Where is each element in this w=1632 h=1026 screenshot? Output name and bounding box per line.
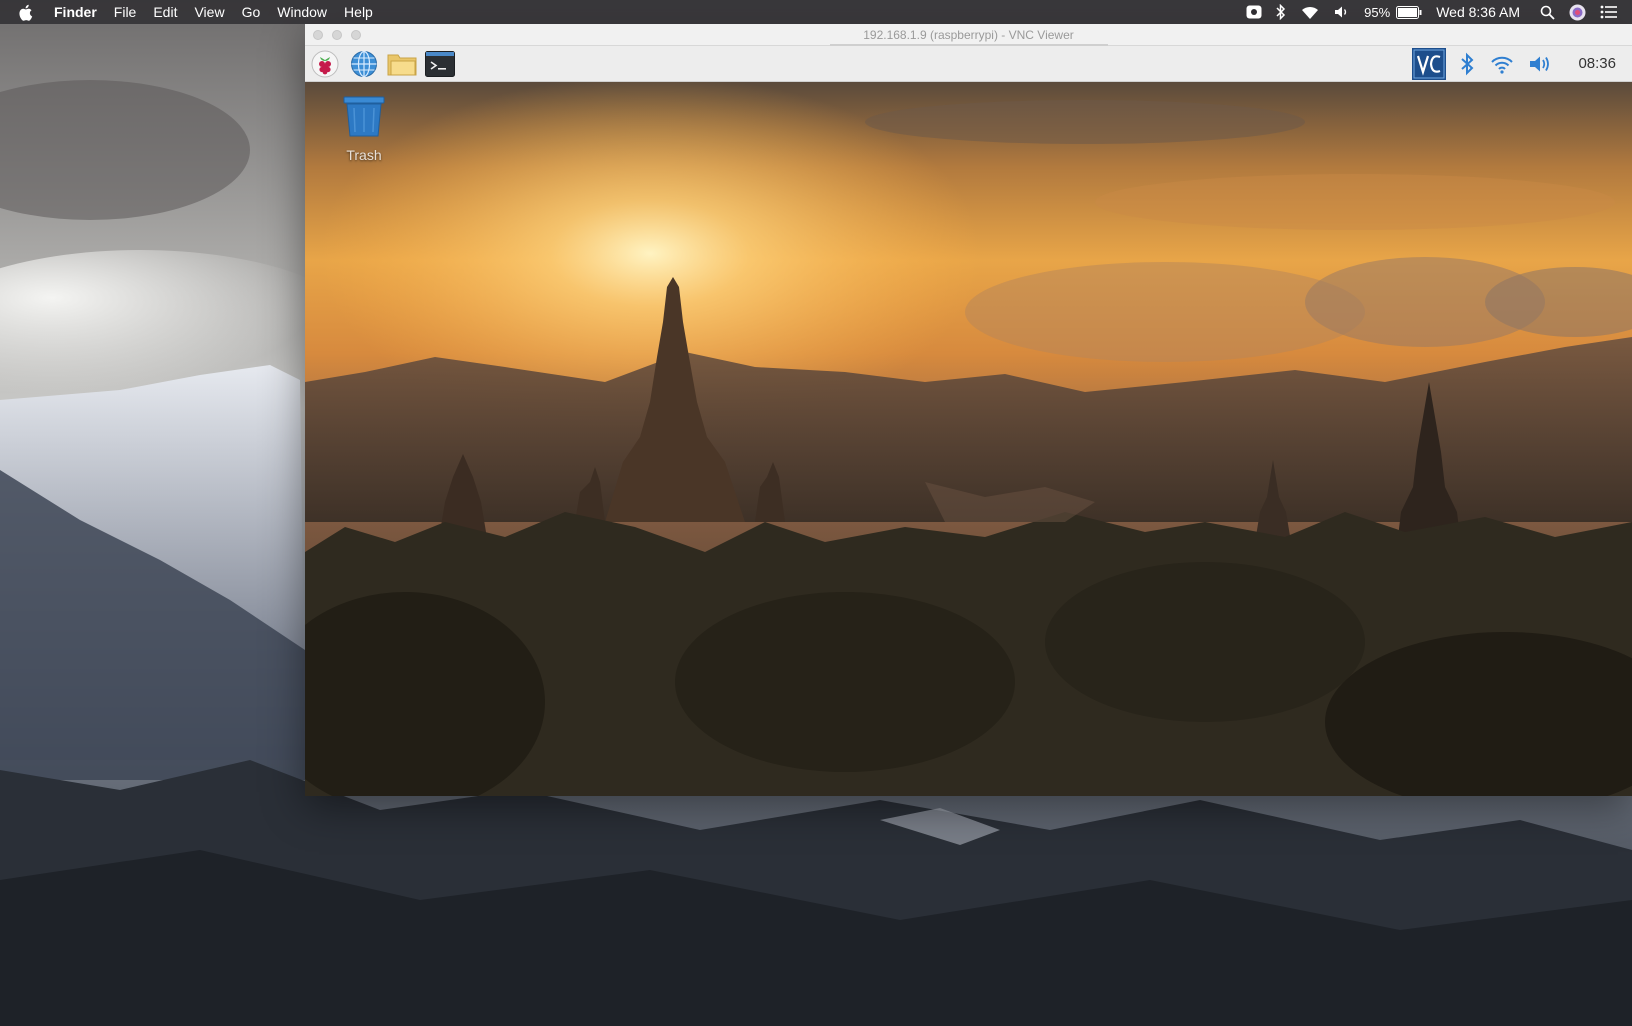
volume-icon[interactable] [1334, 0, 1350, 24]
spotlight-search-icon[interactable] [1540, 0, 1555, 24]
trash-icon [343, 96, 385, 137]
window-title: 192.168.1.9 (raspberrypi) - VNC Viewer [863, 28, 1074, 42]
menu-view[interactable]: View [194, 0, 224, 24]
pi-clock[interactable]: 08:36 [1578, 46, 1616, 82]
web-browser-icon[interactable] [349, 49, 379, 79]
menu-bar-clock[interactable]: Wed 8:36 AM [1436, 0, 1520, 24]
siri-icon[interactable] [1569, 0, 1586, 24]
vnc-server-icon[interactable] [1412, 48, 1446, 80]
wifi-icon[interactable] [1490, 54, 1514, 74]
file-manager-icon[interactable] [387, 49, 417, 79]
trash-label: Trash [346, 147, 382, 163]
vnc-viewer-window[interactable]: 192.168.1.9 (raspberrypi) - VNC Viewer 0… [305, 24, 1632, 796]
pi-desktop-wallpaper [305, 82, 1632, 796]
menu-edit[interactable]: Edit [153, 0, 177, 24]
menu-help[interactable]: Help [344, 0, 373, 24]
bluetooth-icon[interactable] [1276, 0, 1286, 24]
mac-menu-bar: Finder File Edit View Go Window Help 95%… [0, 0, 1632, 24]
trash-desktop-icon[interactable]: Trash [335, 96, 393, 163]
volume-icon[interactable] [1528, 54, 1554, 74]
terminal-icon[interactable] [425, 49, 455, 79]
pi-taskbar: 08:36 [305, 46, 1632, 82]
pi-system-tray [1412, 46, 1554, 82]
menu-window[interactable]: Window [277, 0, 327, 24]
menu-file[interactable]: File [114, 0, 137, 24]
window-title-bar[interactable]: 192.168.1.9 (raspberrypi) - VNC Viewer [305, 24, 1632, 46]
menu-go[interactable]: Go [242, 0, 261, 24]
battery-icon[interactable] [1396, 0, 1422, 24]
notification-center-icon[interactable] [1600, 0, 1618, 24]
wifi-icon[interactable] [1300, 0, 1320, 24]
screen-record-icon[interactable] [1246, 0, 1262, 24]
menu-finder[interactable]: Finder [54, 0, 97, 24]
raspberry-menu-icon[interactable] [310, 49, 340, 79]
apple-menu-icon[interactable] [18, 4, 34, 21]
remote-pi-desktop[interactable]: Trash [305, 82, 1632, 796]
battery-percentage: 95% [1364, 4, 1391, 20]
bluetooth-icon[interactable] [1460, 52, 1474, 76]
menu-bar-status-area: 95% Wed 8:36 AM [1246, 0, 1632, 24]
